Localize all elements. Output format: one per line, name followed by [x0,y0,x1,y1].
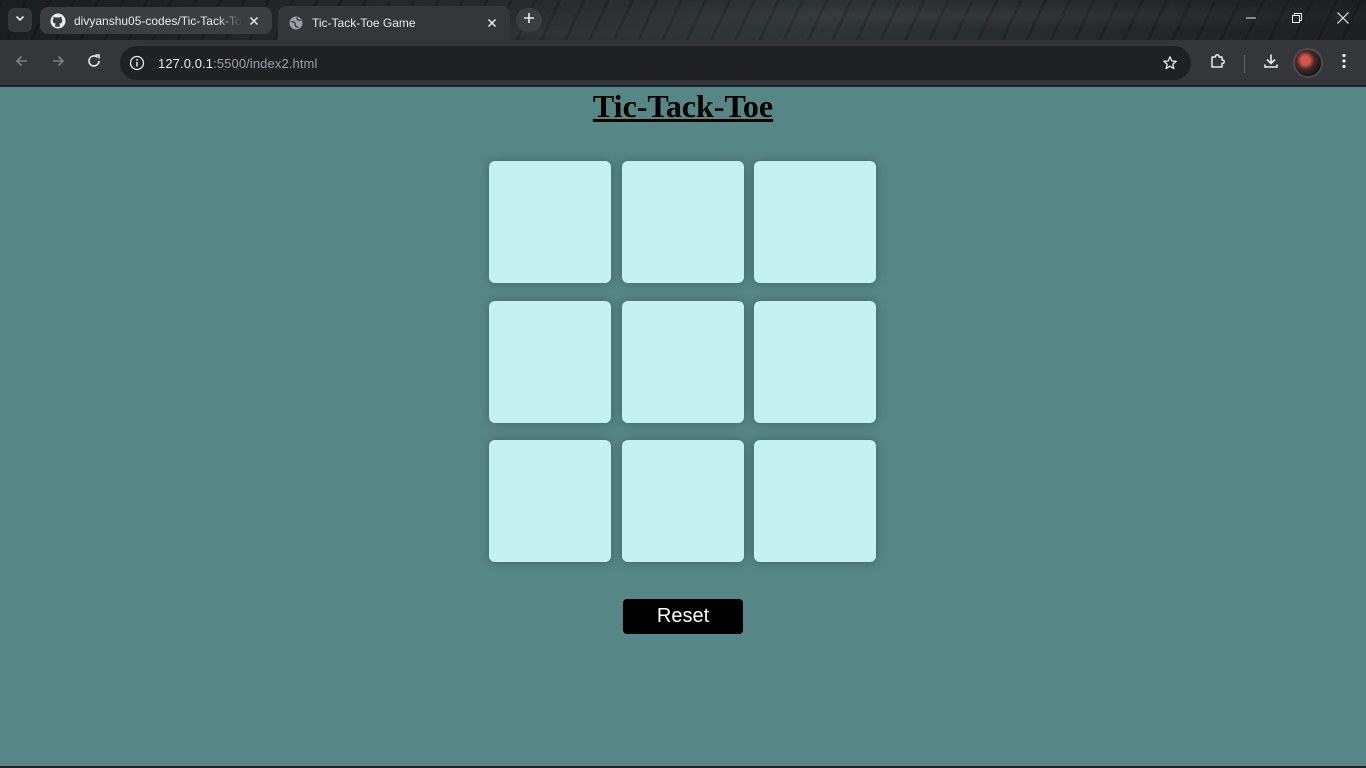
tab-github[interactable]: divyanshu05-codes/Tic-Tack-Toe [40,7,272,34]
profile-avatar[interactable] [1293,48,1323,78]
extensions-button[interactable] [1204,49,1232,77]
board-cell[interactable] [489,440,611,562]
chevron-down-icon [14,11,26,29]
menu-button[interactable] [1330,49,1358,77]
back-button[interactable] [8,49,36,77]
globe-icon [288,15,304,31]
minimize-button[interactable] [1228,0,1274,40]
board-cell[interactable] [489,301,611,423]
board-cell[interactable] [754,440,876,562]
board-cell[interactable] [754,161,876,283]
download-icon [1262,52,1280,75]
puzzle-icon [1209,52,1227,75]
close-tab-icon[interactable] [484,15,500,31]
arrow-left-icon [14,53,30,74]
restore-button[interactable] [1274,0,1320,40]
url-host: 127.0.0.1 [158,55,214,71]
board-cell[interactable] [622,161,744,283]
toolbar-divider [1244,55,1245,73]
board-cell[interactable] [622,301,744,423]
reset-button[interactable]: Reset [623,599,743,634]
tab-tic-tack-toe[interactable]: Tic-Tack-Toe Game [278,6,510,40]
browser-toolbar: 127.0.0.1:5500/index2.html [0,40,1366,86]
board-cell[interactable] [489,161,611,283]
address-bar[interactable]: 127.0.0.1:5500/index2.html [120,46,1191,80]
close-icon [1336,11,1350,30]
close-window-button[interactable] [1320,0,1366,40]
page-viewport: Tic-Tack-Toe Reset [0,87,1366,766]
bookmark-star-icon[interactable] [1161,54,1179,72]
forward-button[interactable] [44,49,72,77]
github-icon [50,13,66,29]
restore-icon [1291,11,1303,29]
plus-icon [523,11,535,29]
url-path: :5500/index2.html [213,55,318,71]
tab-strip: divyanshu05-codes/Tic-Tack-Toe Tic-Tack-… [0,0,1366,40]
arrow-right-icon [50,53,66,74]
minimize-icon [1245,11,1257,29]
new-tab-button[interactable] [516,8,542,32]
close-tab-icon[interactable] [246,13,262,29]
tab-title: Tic-Tack-Toe Game [312,16,416,30]
kebab-menu-icon [1342,53,1346,74]
game-board [489,161,876,562]
tab-search-button[interactable] [8,8,32,32]
reload-button[interactable] [80,49,108,77]
downloads-button[interactable] [1257,49,1285,77]
board-cell[interactable] [622,440,744,562]
reload-icon [86,53,102,74]
tab-title: divyanshu05-codes/Tic-Tack-Toe [74,13,242,28]
page-title: Tic-Tack-Toe [592,88,774,124]
board-cell[interactable] [754,301,876,423]
url-text: 127.0.0.1:5500/index2.html [158,56,317,71]
site-info-icon[interactable] [120,46,154,80]
